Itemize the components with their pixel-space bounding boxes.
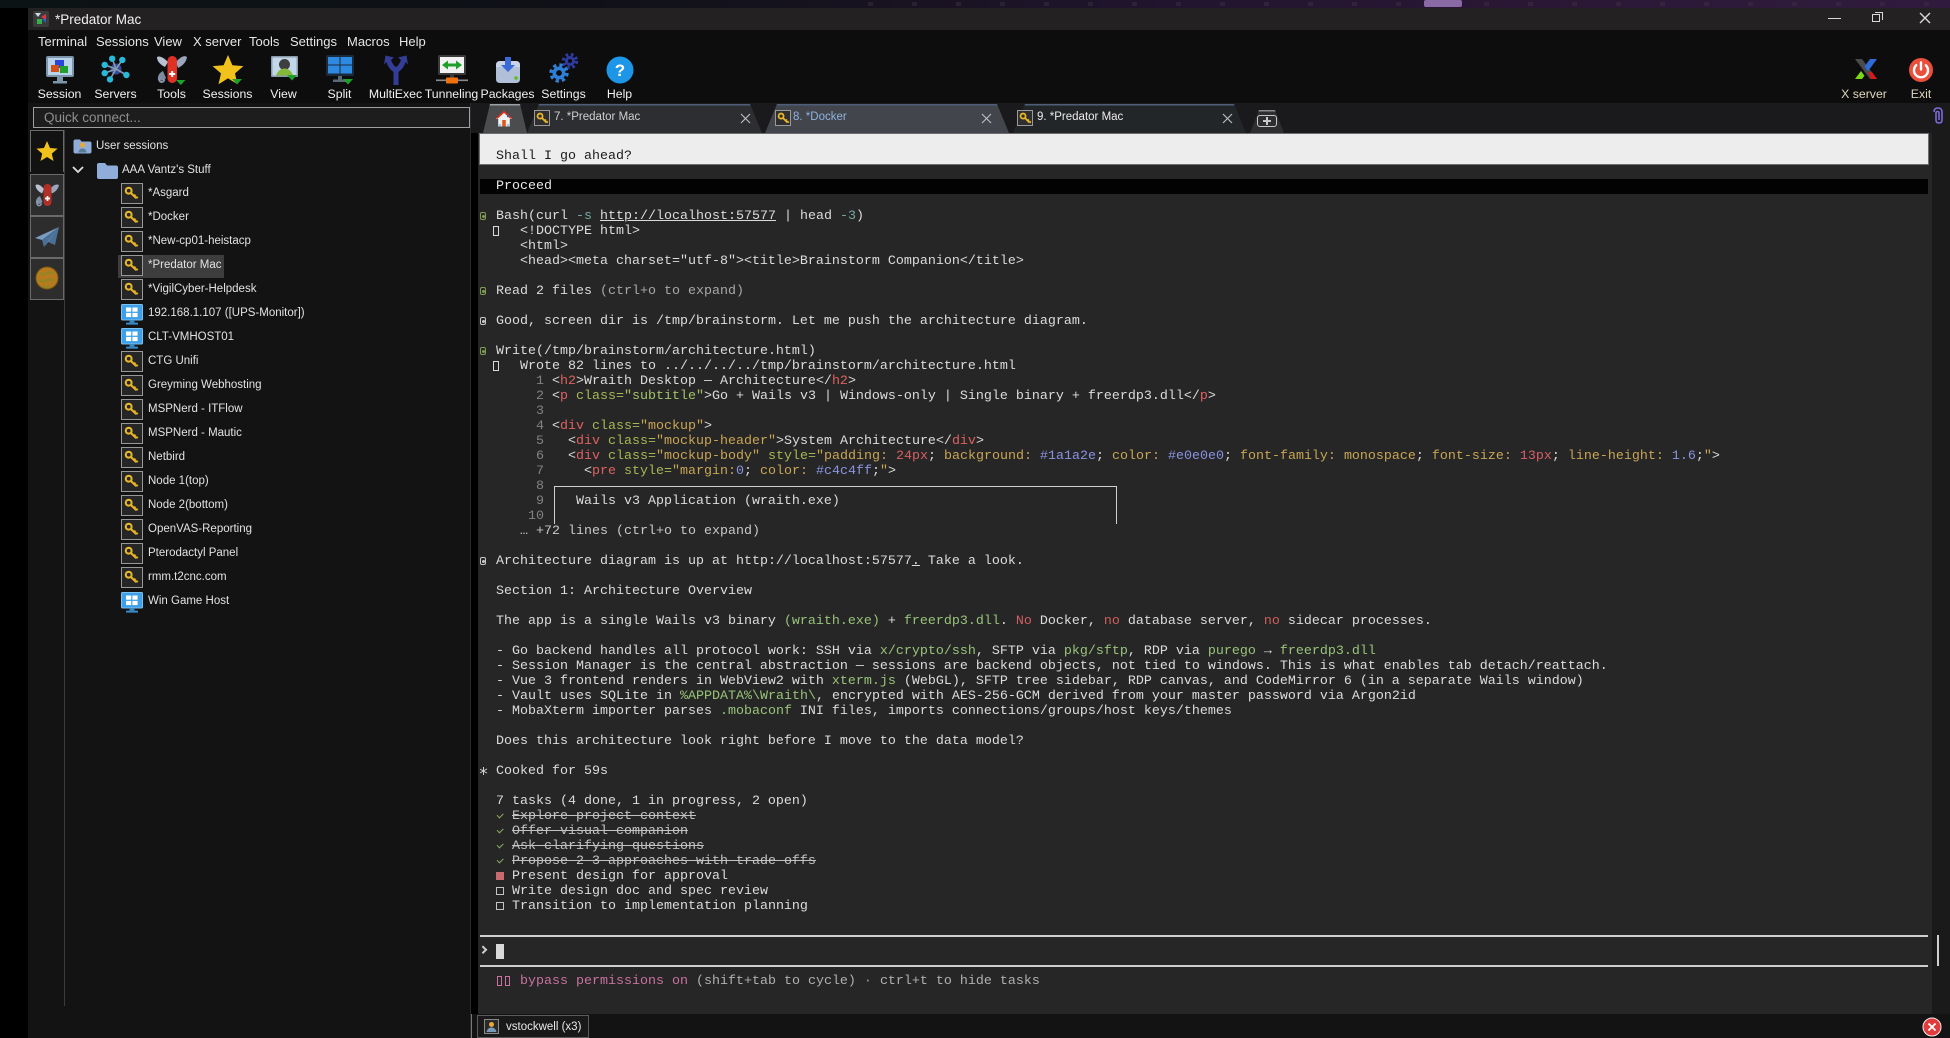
svg-text:?: ? [614, 61, 624, 80]
